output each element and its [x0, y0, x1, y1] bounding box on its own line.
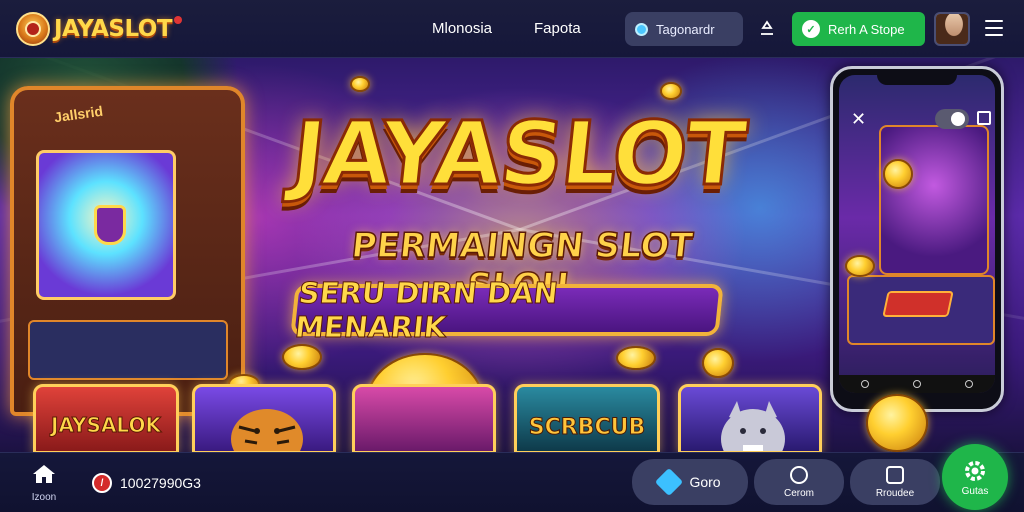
- bottom-button-2[interactable]: Cerom: [754, 459, 844, 505]
- settings-fab-button[interactable]: Gutas: [942, 444, 1008, 510]
- diamond-icon: [655, 467, 684, 497]
- check-icon: ✓: [802, 20, 820, 38]
- coin-icon: [660, 82, 682, 100]
- coin-icon: [702, 348, 734, 378]
- search-label: Tagonardr: [656, 21, 715, 37]
- logo-emblem-icon: [16, 12, 50, 46]
- hero-banner: Jallsrid JAYASLOT PERMAINGN SLOT SLOU SE…: [0, 58, 1024, 452]
- game-card[interactable]: JAYSALOK: [33, 384, 179, 452]
- brand-logo[interactable]: JAYASLOT: [16, 11, 183, 47]
- phone-mockup: ✕: [830, 66, 1004, 412]
- coin-icon: [616, 346, 656, 370]
- smile-icon: [790, 465, 808, 484]
- bottom-navigation: Izoon / 10027990G3 Goro Cerom Rroudee: [0, 452, 1024, 512]
- hero-ribbon: SERU DIRN DAN MENARIK: [290, 276, 724, 345]
- game-card[interactable]: SCRBCUB: [514, 384, 660, 452]
- close-icon[interactable]: ✕: [851, 109, 866, 130]
- game-card[interactable]: [192, 384, 336, 452]
- contact-number[interactable]: / 10027990G3: [92, 473, 201, 493]
- contact-number-text: 10027990G3: [120, 475, 201, 491]
- register-button[interactable]: ✓ Rerh A Stope: [792, 12, 925, 46]
- user-icon[interactable]: [758, 19, 776, 37]
- hero-title: JAYASLOT: [286, 101, 751, 207]
- search-icon: [635, 22, 648, 36]
- phone-icon: /: [92, 473, 112, 493]
- home-label: Izoon: [31, 492, 57, 503]
- settings-label: Gutas: [961, 485, 989, 497]
- coin-icon: [866, 394, 928, 452]
- arcade-machine-illustration: Jallsrid: [10, 86, 245, 416]
- game-card[interactable]: [678, 384, 822, 452]
- game-card-label: SCRBCUB: [528, 415, 646, 441]
- home-button[interactable]: Izoon: [24, 463, 64, 503]
- gear-icon: [965, 460, 985, 481]
- avatar[interactable]: [934, 12, 970, 46]
- nav-link-2[interactable]: Fapota: [534, 20, 581, 37]
- nav-link-1[interactable]: Mlonosia: [432, 20, 492, 37]
- bottom-button-1[interactable]: Goro: [632, 459, 748, 505]
- search-button[interactable]: Tagonardr: [625, 12, 743, 46]
- hamburger-menu-icon[interactable]: [985, 20, 1003, 36]
- hero-ribbon-text: SERU DIRN DAN MENARIK: [293, 276, 560, 345]
- arcade-title: Jallsrid: [53, 102, 104, 126]
- register-label: Rerh A Stope: [828, 21, 905, 37]
- bottom-button-2-label: Cerom: [783, 487, 814, 499]
- toggle-switch[interactable]: [935, 109, 969, 129]
- logo-registered-icon: [174, 16, 183, 24]
- bottom-button-1-label: Goro: [689, 474, 721, 490]
- top-navigation: JAYASLOT Mlonosia Fapota Tagonardr ✓ Rer…: [0, 0, 1024, 58]
- coin-icon: [350, 76, 370, 92]
- tiger-icon: [231, 409, 303, 451]
- calendar-icon: [886, 465, 904, 484]
- wolf-icon: [721, 401, 785, 451]
- brand-name: JAYASLOT: [54, 16, 173, 42]
- bottom-button-3-label: Rroudee: [875, 487, 915, 499]
- game-card[interactable]: [352, 384, 496, 452]
- window-icon[interactable]: [977, 111, 991, 125]
- game-card-label: JAYSALOK: [51, 413, 162, 438]
- bottom-button-3[interactable]: Rroudee: [850, 459, 940, 505]
- coin-icon: [282, 344, 322, 370]
- home-icon: [33, 465, 55, 483]
